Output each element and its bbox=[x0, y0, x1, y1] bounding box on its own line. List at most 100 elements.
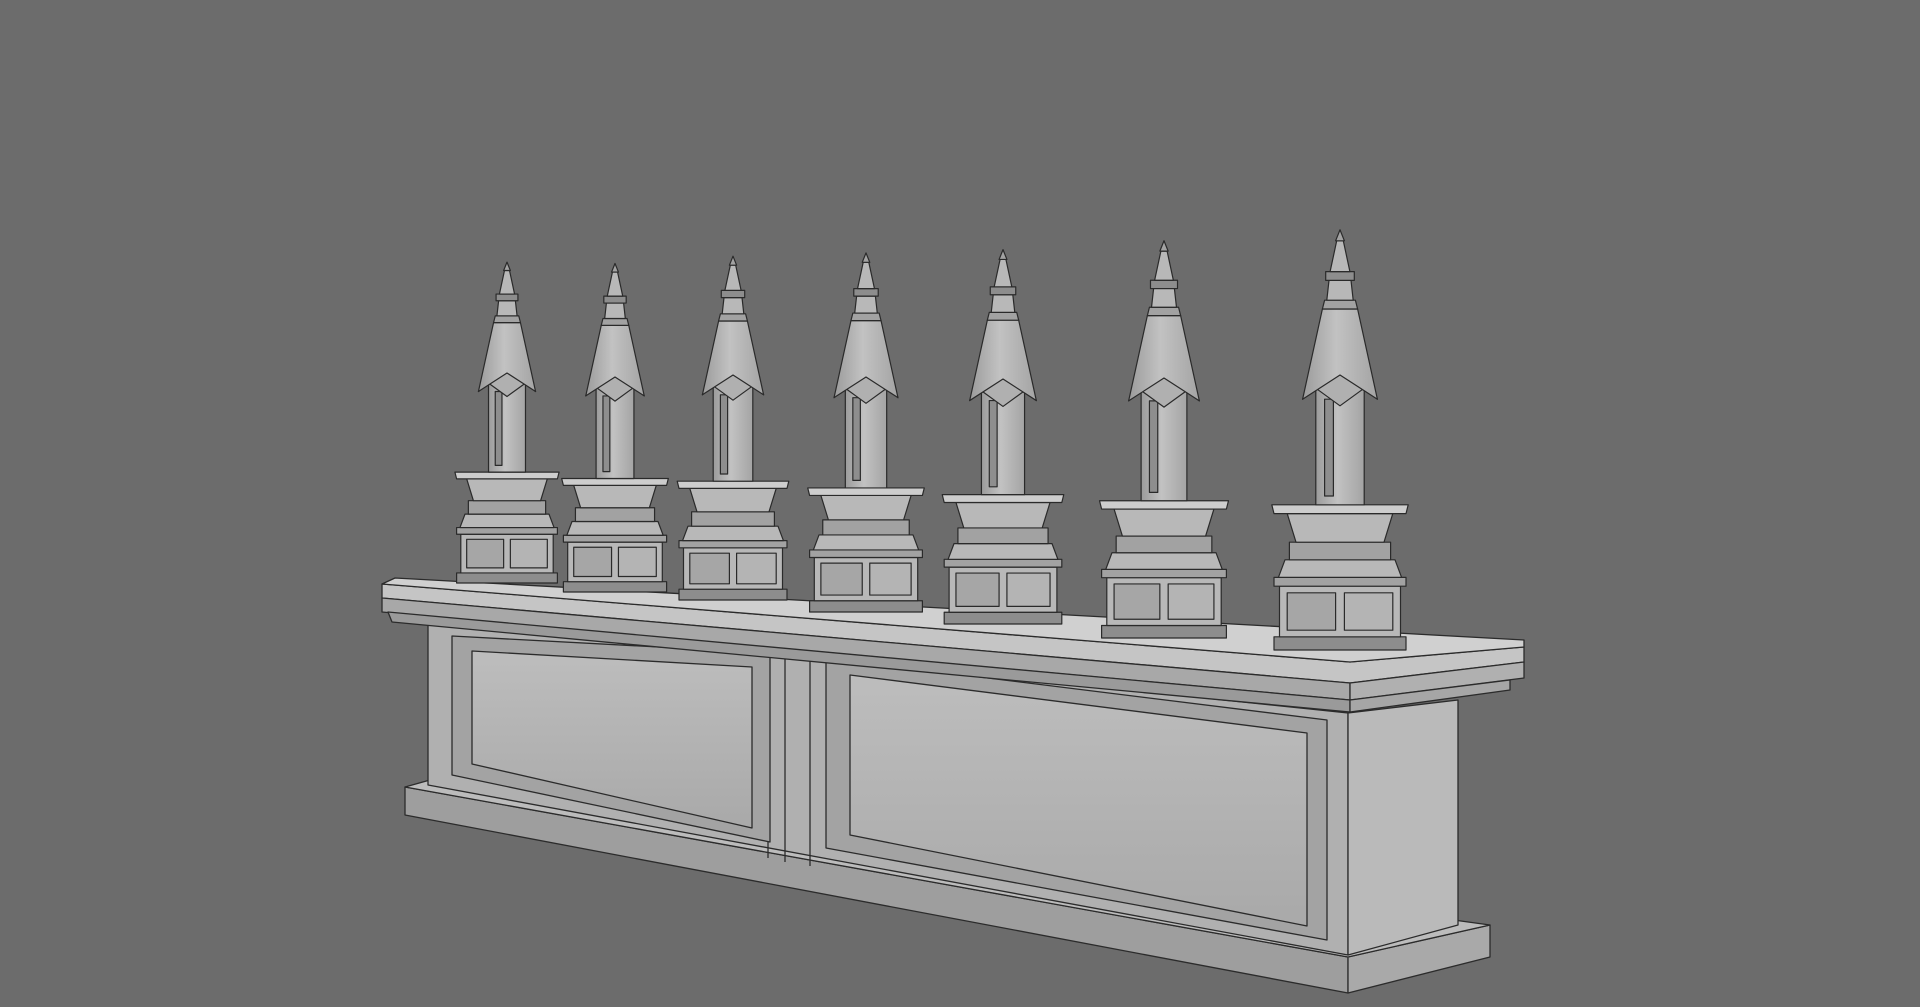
spire-base-panel bbox=[1286, 592, 1337, 631]
spire-ring bbox=[721, 297, 745, 315]
spire-ring bbox=[492, 315, 522, 324]
spire-base-ledge bbox=[1273, 576, 1407, 587]
spire-finial bbox=[993, 258, 1013, 288]
spire-base-panel bbox=[820, 562, 863, 596]
spire-pedestal-tier bbox=[466, 478, 548, 502]
spire bbox=[807, 252, 925, 613]
scene-render bbox=[381, 229, 1525, 994]
spire-pedestal-top bbox=[561, 477, 669, 486]
spire-pedestal-tier bbox=[957, 527, 1049, 545]
3d-viewport[interactable] bbox=[0, 0, 1920, 1007]
spire-base-panel bbox=[509, 538, 548, 569]
spire-pedestal-top bbox=[454, 471, 560, 480]
spire-pedestal-tier bbox=[689, 487, 777, 513]
spire bbox=[1271, 229, 1409, 651]
spire-finial bbox=[1154, 250, 1174, 281]
spire-finial-tip bbox=[998, 249, 1008, 261]
spire-base-ledge bbox=[808, 549, 924, 559]
spire-finial-tip bbox=[1334, 229, 1346, 242]
spire-ring bbox=[603, 295, 627, 304]
spire-base-foot bbox=[562, 581, 668, 593]
spire-finial bbox=[724, 264, 742, 291]
spire-pedestal-tier bbox=[1277, 559, 1403, 579]
spire-ring bbox=[990, 294, 1016, 313]
spire-pedestal-top bbox=[1098, 500, 1230, 510]
spire-ring bbox=[854, 295, 878, 314]
spire-pedestal-tier bbox=[820, 494, 912, 521]
spire-pedestal-tier bbox=[947, 543, 1059, 560]
spire-ring bbox=[1149, 279, 1179, 290]
spire-base-panel bbox=[1343, 592, 1394, 631]
spire-finial-tip bbox=[610, 262, 620, 273]
spire-ring bbox=[600, 317, 630, 326]
spire bbox=[454, 261, 560, 584]
spire-base-panel bbox=[735, 552, 777, 585]
spire-pedestal-tier bbox=[822, 519, 910, 536]
spire-pedestal-tier bbox=[1113, 508, 1215, 537]
spire-pedestal-tier bbox=[812, 534, 920, 551]
spire-base-foot bbox=[678, 588, 788, 601]
spire-pedestal-tier bbox=[1288, 541, 1392, 561]
spire-base-foot bbox=[1273, 636, 1407, 651]
spire-finial bbox=[856, 261, 876, 290]
spire-base-foot bbox=[456, 572, 559, 584]
spire-shaft-niche bbox=[719, 394, 729, 475]
spire-ring bbox=[1146, 306, 1182, 317]
spire bbox=[676, 255, 790, 601]
spire-finial bbox=[1329, 240, 1351, 273]
spire-pedestal-top bbox=[941, 494, 1065, 504]
spire-base-panel bbox=[955, 572, 1000, 607]
spire-ring bbox=[853, 288, 879, 297]
spire-ring bbox=[1321, 299, 1359, 310]
spire-pedestal-tier bbox=[1115, 535, 1213, 554]
spire-base-panel bbox=[689, 552, 731, 585]
spire-ring bbox=[1326, 279, 1354, 301]
spire-base-foot bbox=[808, 600, 924, 613]
spire-ring bbox=[986, 311, 1020, 321]
spire-base-ledge bbox=[678, 539, 788, 549]
spire-pedestal-top bbox=[807, 487, 925, 497]
spire-base-panel bbox=[466, 538, 505, 569]
spire-pedestal-top bbox=[1271, 504, 1409, 515]
spire-base-panel bbox=[573, 546, 613, 578]
spire-shaft-niche bbox=[1323, 398, 1335, 497]
spire bbox=[1098, 240, 1230, 639]
spire-base-panel bbox=[617, 546, 657, 578]
spire-pedestal-tier bbox=[681, 525, 785, 542]
spire-pedestal-tier bbox=[955, 501, 1051, 529]
spire bbox=[941, 249, 1065, 625]
spire-finial bbox=[606, 271, 624, 297]
spire-ring bbox=[989, 286, 1017, 296]
spire-shaft-niche bbox=[1148, 400, 1159, 493]
spire-base-ledge bbox=[562, 534, 668, 543]
spire-pedestal-tier bbox=[566, 520, 664, 536]
spire-base-ledge bbox=[456, 526, 559, 535]
spire-ring bbox=[1325, 271, 1355, 281]
spire-shaft-niche bbox=[602, 395, 611, 473]
spire-shaft-niche bbox=[852, 397, 861, 481]
spire-ring bbox=[1150, 287, 1178, 308]
spire-finial bbox=[498, 269, 516, 295]
spire-pedestal-tier bbox=[690, 511, 776, 527]
spire-ring bbox=[717, 313, 749, 322]
spire-finial-tip bbox=[728, 255, 738, 266]
spire-base-panel bbox=[869, 562, 912, 596]
spire-row bbox=[454, 229, 1409, 651]
spire-ring bbox=[720, 289, 746, 299]
spire-ring bbox=[850, 312, 882, 322]
spire-pedestal-tier bbox=[467, 500, 547, 515]
spire bbox=[561, 262, 669, 593]
spire-finial-tip bbox=[503, 261, 511, 272]
spire-base-ledge bbox=[943, 558, 1063, 568]
spire-ring bbox=[495, 293, 519, 302]
spire-pedestal-tier bbox=[573, 484, 657, 509]
spire-base-foot bbox=[943, 611, 1063, 625]
spire-pedestal-tier bbox=[1286, 512, 1394, 543]
spire-base-panel bbox=[1113, 583, 1161, 620]
spire-base-panel bbox=[1006, 572, 1051, 607]
spire-finial-tip bbox=[861, 252, 871, 263]
spire-ring bbox=[604, 302, 626, 320]
spire-base-ledge bbox=[1100, 568, 1228, 579]
spire-pedestal-tier bbox=[574, 507, 656, 523]
spire-shaft-niche bbox=[494, 390, 503, 466]
